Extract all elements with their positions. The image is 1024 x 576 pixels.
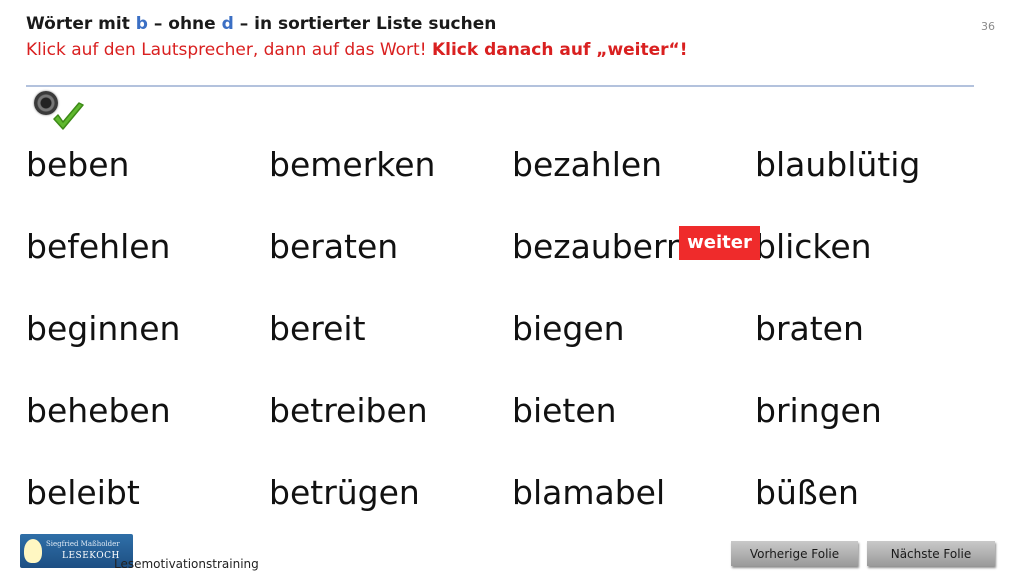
word-item[interactable]: betrügen [269,473,420,513]
word-item[interactable]: befehlen [26,227,170,267]
word-item[interactable]: büßen [755,473,859,513]
instruction-text: Klick auf den Lautsprecher, dann auf das… [26,40,687,60]
next-slide-button[interactable]: Nächste Folie [867,541,995,566]
word-item[interactable]: beben [26,145,129,185]
letter-d: d [221,14,234,34]
word-item[interactable]: blicken [755,227,872,267]
word-item[interactable]: bereit [269,309,366,349]
footer-label: Lesemotivationstraining [114,557,259,571]
word-item[interactable]: bezahlen [512,145,662,185]
previous-slide-button[interactable]: Vorherige Folie [731,541,858,566]
instruction-plain: Klick auf den Lautsprecher, dann auf das… [26,40,432,60]
checkmark-icon [53,102,84,130]
word-grid: beben befehlen beginnen beheben beleibt … [26,138,996,528]
word-item[interactable]: beleibt [26,473,140,513]
title-suffix: – in sortierter Liste suchen [233,14,497,34]
word-item[interactable]: beginnen [26,309,180,349]
title-mid: – ohne [147,14,222,34]
letter-b: b [135,14,148,34]
word-item[interactable]: braten [755,309,864,349]
word-item[interactable]: blamabel [512,473,665,513]
logo-author: Siegfried Maßholder [46,540,120,548]
instruction-bold: Klick danach auf „weiter“! [431,40,688,60]
header-divider [26,85,974,87]
weiter-button[interactable]: weiter [679,226,760,260]
word-item[interactable]: bieten [512,391,617,431]
logo-brand: LESEKOCH [62,551,120,561]
lightbulb-icon [24,539,42,563]
word-item[interactable]: betreiben [269,391,428,431]
word-item[interactable]: beraten [269,227,398,267]
slide-title: Wörter mit b – ohne d – in sortierter Li… [26,14,496,34]
word-item[interactable]: biegen [512,309,625,349]
slide-number: 36 [981,20,995,33]
title-prefix: Wörter mit [26,14,136,34]
word-item[interactable]: beheben [26,391,171,431]
word-item[interactable]: bezaubern [512,227,687,267]
word-item[interactable]: blaublütig [755,145,920,185]
word-item[interactable]: bringen [755,391,882,431]
word-item[interactable]: bemerken [269,145,435,185]
